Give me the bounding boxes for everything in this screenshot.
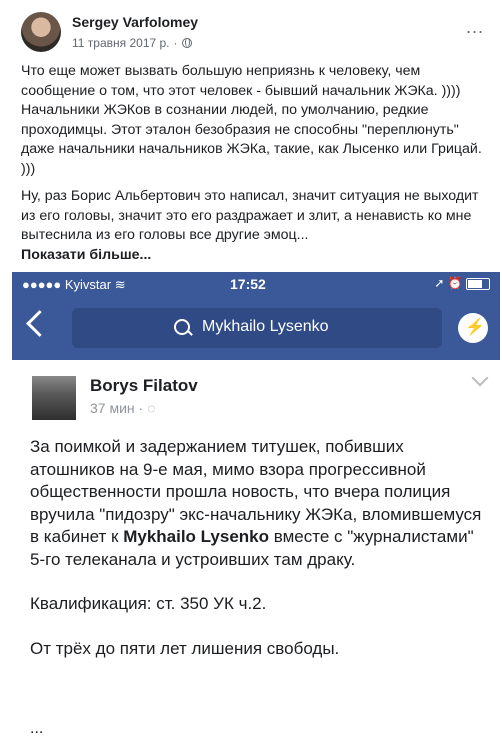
mentioned-user: Mykhailo Lysenko xyxy=(123,527,270,546)
inner-post-meta: 37 мин · ◌ xyxy=(90,400,156,416)
author-name[interactable]: Sergey Varfolomey xyxy=(72,14,198,30)
post-date[interactable]: 11 травня 2017 р. xyxy=(72,36,170,50)
app-navbar: Mykhailo Lysenko xyxy=(12,298,500,360)
battery-icon xyxy=(466,277,490,290)
avatar[interactable] xyxy=(21,12,61,52)
messenger-icon xyxy=(458,313,488,343)
status-right: ➚ ⏰ xyxy=(434,276,490,290)
status-bar: ●●●●● Kyivstar ≋ 17:52 ➚ ⏰ xyxy=(12,272,500,298)
inner-author-name: Borys Filatov xyxy=(90,376,198,395)
inner-meta-separator: · xyxy=(138,400,144,416)
search-bar: Mykhailo Lysenko xyxy=(72,308,442,348)
wifi-icon: ≋ xyxy=(114,277,126,292)
status-time: 17:52 xyxy=(230,276,266,292)
post-meta: 11 травня 2017 р. · xyxy=(72,36,192,50)
search-icon xyxy=(174,319,190,335)
back-arrow-icon xyxy=(26,310,53,337)
attached-screenshot[interactable]: ●●●●● Kyivstar ≋ 17:52 ➚ ⏰ Mykhailo Lyse… xyxy=(12,272,500,747)
inner-paragraph-1: За поимкой и задержанием титушек, побивш… xyxy=(30,436,492,571)
inner-paragraph-2: Квалификация: ст. 350 УК ч.2. xyxy=(30,594,267,613)
chevron-down-icon xyxy=(471,369,489,387)
meta-separator: · xyxy=(173,36,178,50)
carrier-label: ●●●●● Kyivstar ≋ xyxy=(22,277,126,293)
location-alarm-icons: ➚ ⏰ xyxy=(434,276,463,290)
post-paragraph-1: Что еще может вызвать большую неприязнь … xyxy=(21,63,482,177)
inner-post: Borys Filatov 37 мин · ◌ За поимкой и за… xyxy=(12,360,500,747)
globe-icon xyxy=(181,38,192,48)
inner-avatar xyxy=(32,376,76,420)
more-options-button[interactable]: ... xyxy=(466,18,484,36)
post-paragraph-2-text: Ну, раз Борис Альбертович это написал, з… xyxy=(21,188,479,243)
post-body: Что еще может вызвать большую неприязнь … xyxy=(21,62,489,273)
inner-ellipsis: ... xyxy=(30,720,44,737)
carrier-text: ●●●●● Kyivstar xyxy=(22,277,112,292)
search-query: Mykhailo Lysenko xyxy=(202,318,329,335)
see-more-link[interactable]: Показати більше... xyxy=(21,247,151,263)
inner-post-time: 37 мин xyxy=(90,400,135,416)
post-paragraph-2: Ну, раз Борис Альбертович это написал, з… xyxy=(21,187,489,265)
inner-post-body: За поимкой и задержанием титушек, побивш… xyxy=(30,436,492,682)
inner-paragraph-3: От трёх до пяти лет лишения свободы. xyxy=(30,638,340,658)
post-header: Sergey Varfolomey 11 травня 2017 р. · ..… xyxy=(0,0,502,60)
